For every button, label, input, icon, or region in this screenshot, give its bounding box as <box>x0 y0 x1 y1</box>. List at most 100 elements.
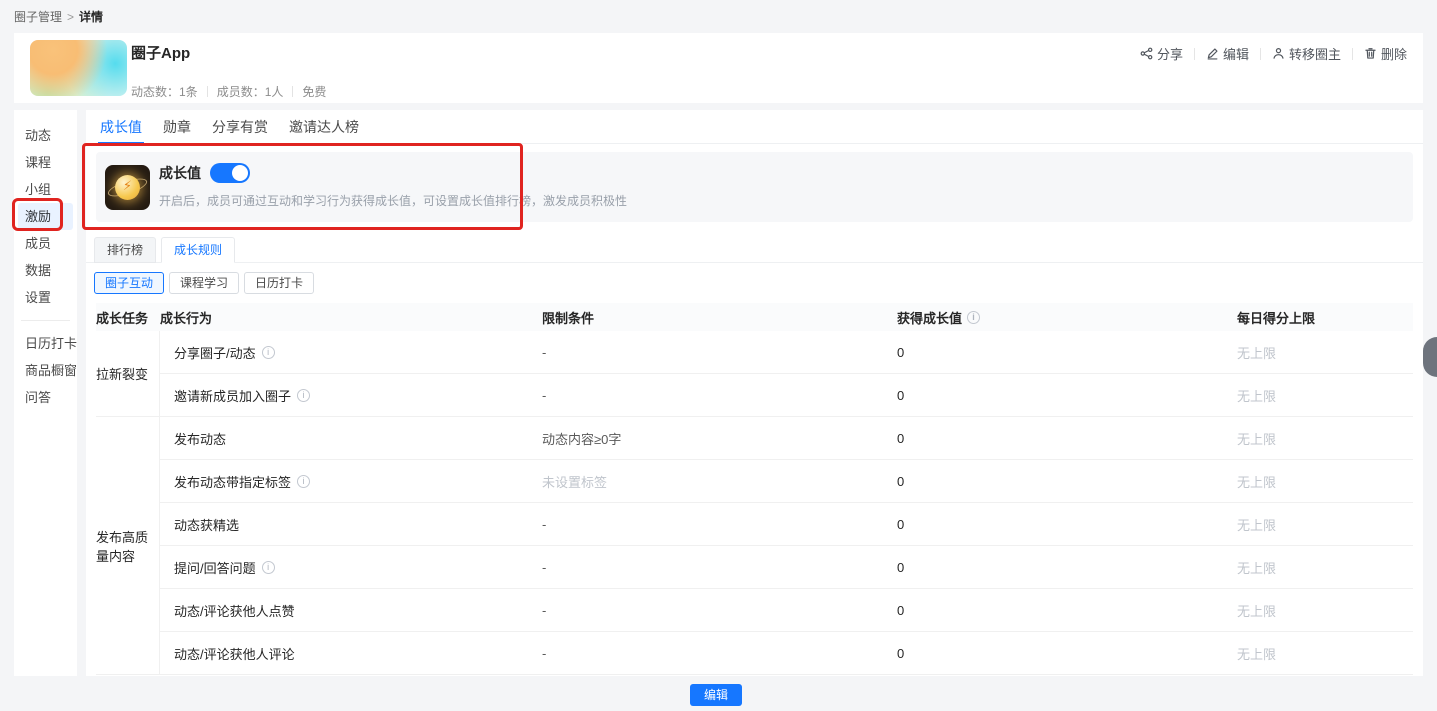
pill-日历打卡[interactable]: 日历打卡 <box>244 272 314 294</box>
breadcrumb-separator: > <box>67 10 74 24</box>
task-group: 拉新裂变分享圈子/动态i-0无上限邀请新成员加入圈子i-0无上限 <box>96 331 1413 417</box>
cell-limit-condition: 动态内容≥0字 <box>542 429 897 448</box>
sidebar-item-激励[interactable]: 激励 <box>18 203 73 230</box>
table-header-row: 成长任务成长行为限制条件获得成长值i每日得分上限 <box>96 303 1413 331</box>
subtab-排行榜[interactable]: 排行榜 <box>94 237 156 263</box>
breadcrumb: 圈子管理 > 详情 <box>14 8 103 25</box>
table-row: 动态获精选-0无上限 <box>160 503 1413 546</box>
table-row: 发布动态带指定标签 i 未设置标签0无上限 <box>160 460 1413 503</box>
cell-daily-cap: 无上限 <box>1237 343 1413 362</box>
sidebar-item-设置[interactable]: 设置 <box>14 284 77 311</box>
column-header: 成长任务 <box>96 308 160 327</box>
cell-growth-value: 0 <box>897 431 1237 446</box>
sidebar-item-动态[interactable]: 动态 <box>14 122 77 149</box>
sidebar-item-数据[interactable]: 数据 <box>14 257 77 284</box>
growth-value-toggle[interactable] <box>210 163 250 183</box>
pill-课程学习[interactable]: 课程学习 <box>169 272 239 294</box>
stat-separator <box>292 86 293 97</box>
info-icon[interactable]: i <box>262 561 275 574</box>
cell-limit-condition: - <box>542 603 897 618</box>
behavior-label: 提问/回答问题 <box>174 558 256 577</box>
task-group: 发布高质量内容发布动态动态内容≥0字0无上限发布动态带指定标签i未设置标签0无上… <box>96 417 1413 675</box>
sidebar-divider <box>21 320 70 321</box>
tab-成长值[interactable]: 成长值 <box>98 110 144 143</box>
cell-limit-condition: - <box>542 345 897 360</box>
cell-limit-condition: - <box>542 517 897 532</box>
share-button[interactable]: 分享 <box>1140 44 1183 63</box>
behavior-label: 动态获精选 <box>174 515 239 534</box>
cell-daily-cap: 无上限 <box>1237 386 1413 405</box>
tab-勋章[interactable]: 勋章 <box>161 110 193 143</box>
action-label: 编辑 <box>1223 44 1249 63</box>
cell-behavior: 动态/评论获他人点赞 <box>160 601 542 620</box>
stat-item: 免费 <box>302 83 326 100</box>
table-row: 提问/回答问题i-0无上限 <box>160 546 1413 589</box>
pill-圈子互动[interactable]: 圈子互动 <box>94 272 164 294</box>
cell-behavior: 邀请新成员加入圈子i <box>160 386 542 405</box>
growth-value-icon: ⚡ <box>105 165 150 210</box>
sidebar-item-成员[interactable]: 成员 <box>14 230 77 257</box>
action-separator <box>1260 48 1261 60</box>
action-label: 分享 <box>1157 44 1183 63</box>
sidebar-item-小组[interactable]: 小组 <box>14 176 77 203</box>
cell-behavior: 发布动态 <box>160 429 542 448</box>
sidebar-item-问答[interactable]: 问答 <box>14 384 77 411</box>
column-header-label: 限制条件 <box>542 308 594 327</box>
table-row: 动态/评论获他人评论-0无上限 <box>160 632 1413 675</box>
behavior-label: 发布动态带指定标签 <box>174 472 291 491</box>
growth-rules-table: 成长任务成长行为限制条件获得成长值i每日得分上限 拉新裂变分享圈子/动态i-0无… <box>96 303 1413 675</box>
growth-panel-title: 成长值 <box>159 163 201 183</box>
cell-limit-condition: - <box>542 388 897 403</box>
share-icon <box>1140 47 1153 60</box>
info-icon[interactable]: i <box>297 389 310 402</box>
cell-growth-value: 0 <box>897 517 1237 532</box>
action-separator <box>1352 48 1353 60</box>
cell-growth-value: 0 <box>897 560 1237 575</box>
info-icon[interactable]: i <box>967 311 980 324</box>
cell-growth-value: 0 <box>897 388 1237 403</box>
info-icon[interactable]: i <box>297 475 310 488</box>
circle-title: 圈子App <box>131 42 190 63</box>
circle-cover-image <box>30 40 127 96</box>
column-header-label: 每日得分上限 <box>1237 308 1315 327</box>
table-row: 分享圈子/动态 i -0无上限 <box>160 331 1413 374</box>
column-header-label: 获得成长值 <box>897 308 962 327</box>
growth-panel-description: 开启后，成员可通过互动和学习行为获得成长值，可设置成长值排行榜，激发成员积极性 <box>159 192 627 209</box>
cell-behavior: 动态获精选 <box>160 515 542 534</box>
behavior-label: 动态/评论获他人点赞 <box>174 601 295 620</box>
cell-limit-condition: 未设置标签 <box>542 472 897 491</box>
main-content-card: 成长值勋章分享有赏邀请达人榜 ⚡ 成长值 开启后，成员可通过互动和学习行为获得成… <box>86 110 1423 676</box>
tab-邀请达人榜[interactable]: 邀请达人榜 <box>287 110 361 143</box>
delete-button[interactable]: 删除 <box>1364 44 1407 63</box>
breadcrumb-parent[interactable]: 圈子管理 <box>14 8 62 25</box>
sidebar-item-课程[interactable]: 课程 <box>14 149 77 176</box>
sidebar-item-日历打卡[interactable]: 日历打卡 <box>14 330 77 357</box>
cell-behavior: 发布动态带指定标签 i <box>160 472 542 491</box>
cell-daily-cap: 无上限 <box>1237 601 1413 620</box>
edit-icon <box>1206 47 1219 60</box>
behavior-label: 动态/评论获他人评论 <box>174 644 295 663</box>
column-header: 限制条件 <box>542 308 897 327</box>
cell-daily-cap: 无上限 <box>1237 472 1413 491</box>
action-label: 删除 <box>1381 44 1407 63</box>
cell-behavior: 动态/评论获他人评论 <box>160 644 542 663</box>
task-group-label: 发布高质量内容 <box>96 417 160 675</box>
breadcrumb-current: 详情 <box>79 8 103 25</box>
action-label: 转移圈主 <box>1289 44 1341 63</box>
transfer-button[interactable]: 转移圈主 <box>1272 44 1341 63</box>
info-icon[interactable]: i <box>262 346 275 359</box>
cell-growth-value: 0 <box>897 345 1237 360</box>
floating-widget-handle[interactable] <box>1423 337 1437 377</box>
tab-分享有赏[interactable]: 分享有赏 <box>210 110 270 143</box>
column-header: 获得成长值 i <box>897 308 1237 327</box>
behavior-label: 分享圈子/动态 <box>174 343 256 362</box>
cell-growth-value: 0 <box>897 474 1237 489</box>
task-group-label: 拉新裂变 <box>96 331 160 417</box>
filter-pills: 圈子互动课程学习日历打卡 <box>94 272 1423 294</box>
cell-limit-condition: - <box>542 560 897 575</box>
sidebar-item-商品橱窗[interactable]: 商品橱窗 <box>14 357 77 384</box>
edit-button[interactable]: 编辑 <box>690 684 742 706</box>
subtab-成长规则[interactable]: 成长规则 <box>161 237 235 263</box>
edit-button[interactable]: 编辑 <box>1206 44 1249 63</box>
circle-stats: 动态数：1条成员数：1人免费 <box>131 83 326 100</box>
